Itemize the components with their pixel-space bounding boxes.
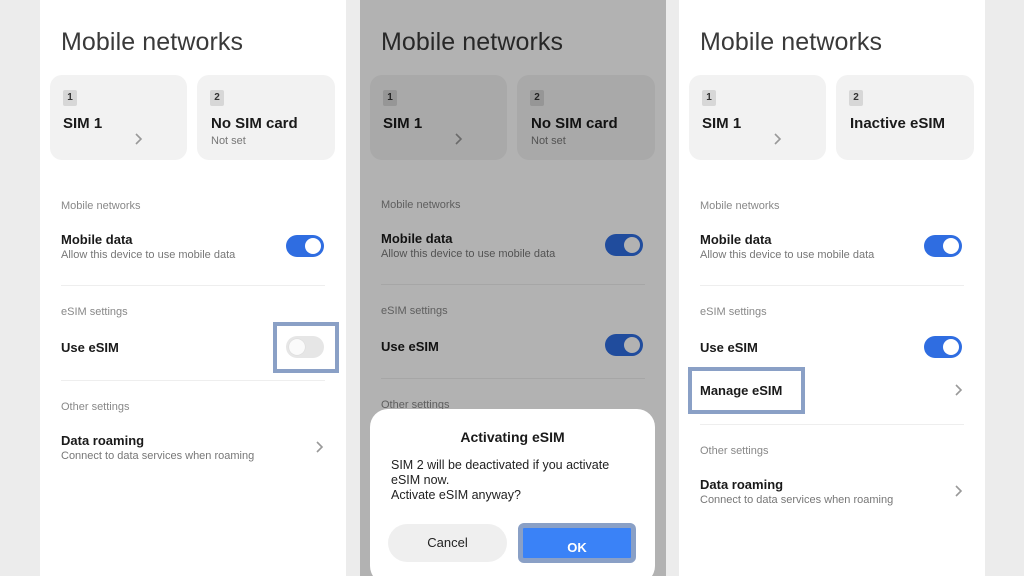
dialog-title: Activating eSIM xyxy=(460,429,565,445)
sim1-card[interactable]: 1 SIM 1 xyxy=(689,75,826,160)
mobile-data-toggle[interactable] xyxy=(286,235,324,257)
dialog-message-line: eSIM now. xyxy=(391,473,450,487)
sim2-name: No SIM card xyxy=(211,115,298,132)
section-label-esim-settings: eSIM settings xyxy=(61,306,128,318)
sim2-card[interactable]: 2 Inactive eSIM xyxy=(836,75,974,160)
cancel-button[interactable]: Cancel xyxy=(388,524,507,562)
chevron-right-icon xyxy=(135,133,143,145)
section-label-mobile-networks: Mobile networks xyxy=(61,200,141,212)
section-label-esim-settings: eSIM settings xyxy=(700,306,767,318)
dialog-message: SIM 2 will be deactivated if you activat… xyxy=(391,458,636,503)
use-esim-label: Use eSIM xyxy=(700,340,758,355)
highlight-box xyxy=(688,367,805,414)
sim2-card[interactable]: 2 No SIM card Not set xyxy=(197,75,335,160)
mobile-data-description: Allow this device to use mobile data xyxy=(700,249,875,261)
sim1-name: SIM 1 xyxy=(63,115,103,132)
use-esim-label: Use eSIM xyxy=(61,340,119,355)
page-title: Mobile networks xyxy=(61,28,244,56)
toggle-knob xyxy=(943,339,959,355)
mobile-data-description: Allow this device to use mobile data xyxy=(61,249,236,261)
dialog-message-line: SIM 2 will be deactivated if you activat… xyxy=(391,458,610,472)
chevron-right-icon[interactable] xyxy=(953,383,963,397)
toggle-knob xyxy=(305,238,321,254)
activate-esim-dialog: Activating eSIM SIM 2 will be deactivate… xyxy=(370,409,655,576)
settings-screen-2: Mobile networks 1 SIM 1 2 No SIM card No… xyxy=(360,0,666,576)
data-roaming-label: Data roaming xyxy=(61,433,145,448)
data-roaming-description: Connect to data services when roaming xyxy=(61,450,255,462)
use-esim-toggle[interactable] xyxy=(924,336,962,358)
sim1-card[interactable]: 1 SIM 1 xyxy=(50,75,187,160)
page-title: Mobile networks xyxy=(700,28,883,56)
ok-button[interactable]: OK xyxy=(518,523,636,563)
toggle-knob xyxy=(943,238,959,254)
mobile-data-label: Mobile data xyxy=(61,232,133,247)
divider xyxy=(61,285,325,286)
divider xyxy=(61,380,325,381)
sim-slot-badge: 1 xyxy=(702,90,716,106)
divider xyxy=(700,285,964,286)
section-label-other-settings: Other settings xyxy=(61,401,130,413)
sim-slot-badge: 2 xyxy=(849,90,863,106)
section-label-mobile-networks: Mobile networks xyxy=(700,200,780,212)
chevron-right-icon[interactable] xyxy=(953,484,963,498)
data-roaming-label: Data roaming xyxy=(700,477,784,492)
mobile-data-toggle[interactable] xyxy=(924,235,962,257)
sim1-name: SIM 1 xyxy=(702,115,742,132)
chevron-right-icon[interactable] xyxy=(314,440,324,454)
sim2-status: Not set xyxy=(211,135,246,147)
sim-slot-badge: 2 xyxy=(210,90,224,106)
mobile-data-label: Mobile data xyxy=(700,232,772,247)
settings-screen-3: Mobile networks 1 SIM 1 2 Inactive eSIM … xyxy=(679,0,985,576)
sim-slot-badge: 1 xyxy=(63,90,77,106)
dialog-message-line: Activate eSIM anyway? xyxy=(391,488,521,502)
divider xyxy=(700,424,964,425)
section-label-other-settings: Other settings xyxy=(700,445,769,457)
chevron-right-icon xyxy=(774,133,782,145)
settings-screen-1: Mobile networks 1 SIM 1 2 No SIM card No… xyxy=(40,0,346,576)
sim2-name: Inactive eSIM xyxy=(850,115,946,132)
highlight-box xyxy=(273,322,339,373)
data-roaming-description: Connect to data services when roaming xyxy=(700,494,894,506)
